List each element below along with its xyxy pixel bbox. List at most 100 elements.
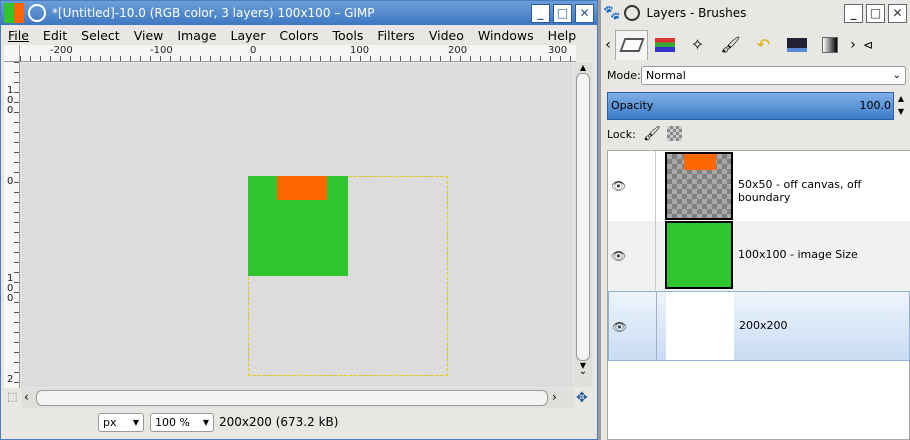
ruler-label: 0 [250, 45, 257, 56]
spin-down-icon[interactable]: ▼ [894, 105, 908, 118]
vertical-scroll-thumb[interactable] [576, 73, 590, 361]
tab-scroll-right-icon[interactable]: › [846, 37, 860, 53]
layers-icon [618, 38, 645, 52]
gimp-icon [4, 3, 24, 23]
layer-name: 50x50 - off canvas, off boundary [738, 178, 862, 204]
menu-windows[interactable]: Windows [478, 28, 534, 43]
layer-thumbnail [666, 292, 734, 360]
mode-label: Mode: [607, 69, 641, 82]
tab-gradient[interactable] [813, 30, 846, 60]
layer-row-selected[interactable]: 👁 200x200 [608, 291, 910, 361]
window-title: *[Untitled]-10.0 (RGB color, 3 layers) 1… [52, 6, 375, 20]
zoom-on-resize-icon[interactable]: ⌄ [576, 366, 590, 386]
channels-icon [654, 37, 675, 52]
vertical-ruler[interactable]: 100 0 100 2 [4, 62, 20, 388]
menu-select[interactable]: Select [81, 28, 120, 43]
lock-alpha-icon[interactable] [667, 126, 682, 141]
menu-tools[interactable]: Tools [333, 28, 364, 43]
chevron-down-icon: ▼ [202, 418, 209, 427]
chain-spacer[interactable] [649, 292, 657, 360]
menu-edit[interactable]: Edit [43, 28, 67, 43]
horizontal-scrollbar[interactable]: ‹ › [22, 388, 574, 408]
layer-name: 200x200 [739, 319, 788, 332]
ruler-label: 200 [448, 45, 468, 56]
maximize-button[interactable]: □ [553, 3, 572, 23]
minimize-button[interactable]: _ [844, 3, 863, 23]
menu-view[interactable]: View [134, 28, 164, 43]
layer-name: 100x100 - image Size [738, 248, 858, 261]
minimize-button[interactable]: _ [531, 3, 550, 23]
lock-row: Lock: 🖌 [607, 126, 807, 146]
window-menu-icon[interactable] [28, 4, 46, 22]
menu-layer[interactable]: Layer [231, 28, 266, 43]
horizontal-scroll-thumb[interactable] [36, 390, 548, 406]
tab-paths[interactable]: ✧ [681, 30, 714, 60]
maximize-button[interactable]: □ [866, 3, 885, 23]
horizontal-ruler[interactable]: -200 -100 0 100 200 300 [20, 45, 576, 62]
chevron-down-icon: ⌄ [892, 70, 901, 81]
image-window-titlebar[interactable]: *[Untitled]-10.0 (RGB color, 3 layers) 1… [1, 1, 597, 25]
ruler-label: -100 [150, 45, 173, 56]
ruler-corner[interactable] [4, 45, 20, 62]
tab-channels[interactable] [648, 30, 681, 60]
window-menu-icon[interactable] [624, 5, 641, 21]
visibility-eye-icon[interactable]: 👁 [611, 249, 626, 263]
quick-mask-icon[interactable]: ⬚ [7, 390, 17, 403]
scroll-up-icon[interactable]: ▲ [574, 63, 592, 73]
layer-thumbnail [665, 221, 733, 289]
scroll-right-icon[interactable]: › [552, 390, 557, 404]
menu-help[interactable]: Help [548, 28, 577, 43]
tab-layers[interactable] [615, 29, 648, 60]
vertical-scrollbar[interactable]: ▲ ▼ [574, 63, 592, 387]
ruler-label: -200 [50, 45, 73, 56]
undo-icon: ↶ [756, 35, 771, 54]
tab-scroll-left-icon[interactable]: ‹ [601, 37, 615, 53]
layers-titlebar[interactable]: 🐾 Layers - Brushes _ □ ✕ [601, 0, 910, 26]
ruler-label: 100 [350, 45, 370, 56]
close-button[interactable]: ✕ [575, 3, 594, 23]
paths-icon: ✧ [690, 35, 705, 54]
opacity-spinner[interactable]: ▲ ▼ [894, 92, 908, 120]
layer-row[interactable]: 👁 100x100 - image Size [608, 221, 910, 291]
unit-select[interactable]: px ▼ [98, 413, 144, 432]
tab-undo[interactable]: ↶ [747, 30, 780, 60]
visibility-eye-icon[interactable]: 👁 [612, 320, 627, 334]
menu-colors[interactable]: Colors [279, 28, 318, 43]
mode-select[interactable]: Normal ⌄ [641, 66, 906, 85]
opacity-slider[interactable]: Opacity 100.0 [607, 92, 894, 120]
status-bar: px ▼ 100 % ▼ 200x200 (673.2 kB) [98, 413, 588, 435]
orange-layer [277, 176, 327, 200]
navigate-icon[interactable]: ✥ [576, 390, 588, 406]
mode-value: Normal [646, 69, 686, 82]
lock-pixels-icon[interactable]: 🖌 [643, 126, 661, 142]
histogram-icon [786, 37, 807, 52]
orange-patch [684, 154, 716, 170]
tab-menu-icon[interactable]: ⊲ [860, 38, 876, 52]
menu-filters[interactable]: Filters [377, 28, 414, 43]
unit-value: px [103, 416, 117, 429]
dock-tabs: ‹ ✧ 🖌 ↶ › ⊲ [601, 28, 910, 61]
wilber-icon: 🐾 [603, 5, 621, 21]
close-button[interactable]: ✕ [888, 3, 907, 23]
tab-histogram[interactable] [780, 30, 813, 60]
zoom-value: 100 % [155, 416, 190, 429]
scroll-left-icon[interactable]: ‹ [24, 390, 29, 404]
chain-spacer[interactable] [648, 221, 656, 291]
zoom-select[interactable]: 100 % ▼ [150, 413, 214, 432]
layer-row[interactable]: 👁 50x50 - off canvas, off boundary [608, 151, 910, 221]
brush-icon: 🖌 [720, 35, 741, 54]
menu-video[interactable]: Video [429, 28, 464, 43]
spin-up-icon[interactable]: ▲ [894, 92, 908, 105]
menu-file[interactable]: File [8, 28, 29, 43]
ruler-label: 2 [7, 374, 14, 385]
menu-image[interactable]: Image [177, 28, 216, 43]
opacity-label: Opacity [611, 99, 654, 112]
image-canvas[interactable] [21, 63, 573, 387]
layers-window-title: Layers - Brushes [646, 6, 747, 20]
visibility-eye-icon[interactable]: 👁 [611, 179, 626, 193]
layer-thumbnail [665, 152, 733, 220]
chain-spacer[interactable] [648, 151, 656, 221]
lock-label: Lock: [607, 128, 636, 141]
chevron-down-icon: ▼ [132, 418, 139, 427]
tab-brushes[interactable]: 🖌 [714, 30, 747, 60]
